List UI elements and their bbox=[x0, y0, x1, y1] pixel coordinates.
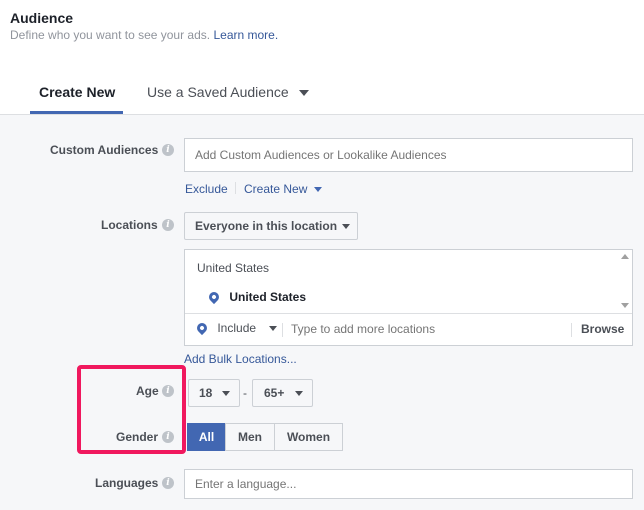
subtitle-text: Define who you want to see your ads. bbox=[10, 28, 211, 42]
scroll-down-icon bbox=[621, 303, 629, 308]
caret-down-icon bbox=[342, 224, 350, 229]
annotation-highlight-box bbox=[77, 365, 186, 454]
age-max-value: 65+ bbox=[264, 386, 285, 400]
age-max-dropdown[interactable]: 65+ bbox=[252, 379, 313, 407]
caret-down-icon bbox=[313, 187, 322, 193]
include-label: Include bbox=[217, 321, 257, 335]
active-tab-indicator bbox=[30, 111, 123, 114]
locations-label: Locations bbox=[101, 218, 158, 232]
link-divider bbox=[235, 182, 236, 194]
section-title: Audience bbox=[10, 10, 74, 26]
tab-saved-audience[interactable]: Use a Saved Audience bbox=[147, 84, 309, 100]
custom-audiences-input[interactable] bbox=[184, 138, 633, 172]
learn-more-link[interactable]: Learn more. bbox=[213, 28, 278, 42]
location-group-header: United States bbox=[197, 261, 270, 275]
languages-input[interactable] bbox=[184, 469, 633, 499]
browse-button[interactable]: Browse bbox=[581, 322, 624, 336]
location-search-input[interactable] bbox=[291, 318, 561, 340]
gender-men-button[interactable]: Men bbox=[225, 423, 275, 451]
section-subtitle: Define who you want to see your ads. Lea… bbox=[10, 28, 278, 42]
gender-all-button[interactable]: All bbox=[187, 423, 226, 451]
include-dropdown[interactable]: Include bbox=[194, 320, 278, 336]
info-icon[interactable]: i bbox=[162, 477, 174, 489]
location-scrollbar[interactable] bbox=[618, 250, 632, 312]
selected-location: United States bbox=[206, 289, 307, 305]
caret-down-icon bbox=[295, 391, 303, 396]
languages-label: Languages bbox=[95, 476, 159, 490]
location-pin-icon bbox=[206, 289, 222, 305]
add-bulk-locations-link[interactable]: Add Bulk Locations... bbox=[184, 352, 297, 366]
location-pin-icon bbox=[194, 320, 210, 336]
age-min-value: 18 bbox=[199, 386, 213, 400]
caret-down-icon bbox=[269, 326, 278, 332]
create-new-label: Create New bbox=[244, 182, 308, 196]
audience-tabs: Create New Use a Saved Audience bbox=[0, 64, 644, 115]
info-icon[interactable]: i bbox=[162, 219, 174, 231]
selected-location-label: United States bbox=[229, 290, 307, 304]
scroll-up-icon bbox=[621, 254, 629, 259]
age-range-dash: - bbox=[243, 386, 247, 400]
tab-saved-label: Use a Saved Audience bbox=[147, 84, 289, 100]
location-type-dropdown[interactable]: Everyone in this location bbox=[184, 212, 358, 240]
tab-create-new[interactable]: Create New bbox=[39, 84, 115, 100]
info-icon[interactable]: i bbox=[162, 144, 174, 156]
gender-women-button[interactable]: Women bbox=[274, 423, 343, 451]
age-min-dropdown[interactable]: 18 bbox=[188, 379, 240, 407]
locations-box: United States United States Include Brow… bbox=[184, 249, 633, 346]
location-type-label: Everyone in this location bbox=[195, 219, 338, 233]
caret-down-icon bbox=[298, 90, 309, 97]
browse-divider bbox=[571, 323, 572, 337]
locations-divider bbox=[185, 313, 632, 314]
create-new-link[interactable]: Create New bbox=[244, 182, 322, 196]
custom-audiences-label: Custom Audiences bbox=[50, 143, 159, 157]
exclude-link[interactable]: Exclude bbox=[185, 182, 228, 196]
caret-down-icon bbox=[222, 391, 230, 396]
include-divider bbox=[282, 323, 283, 337]
